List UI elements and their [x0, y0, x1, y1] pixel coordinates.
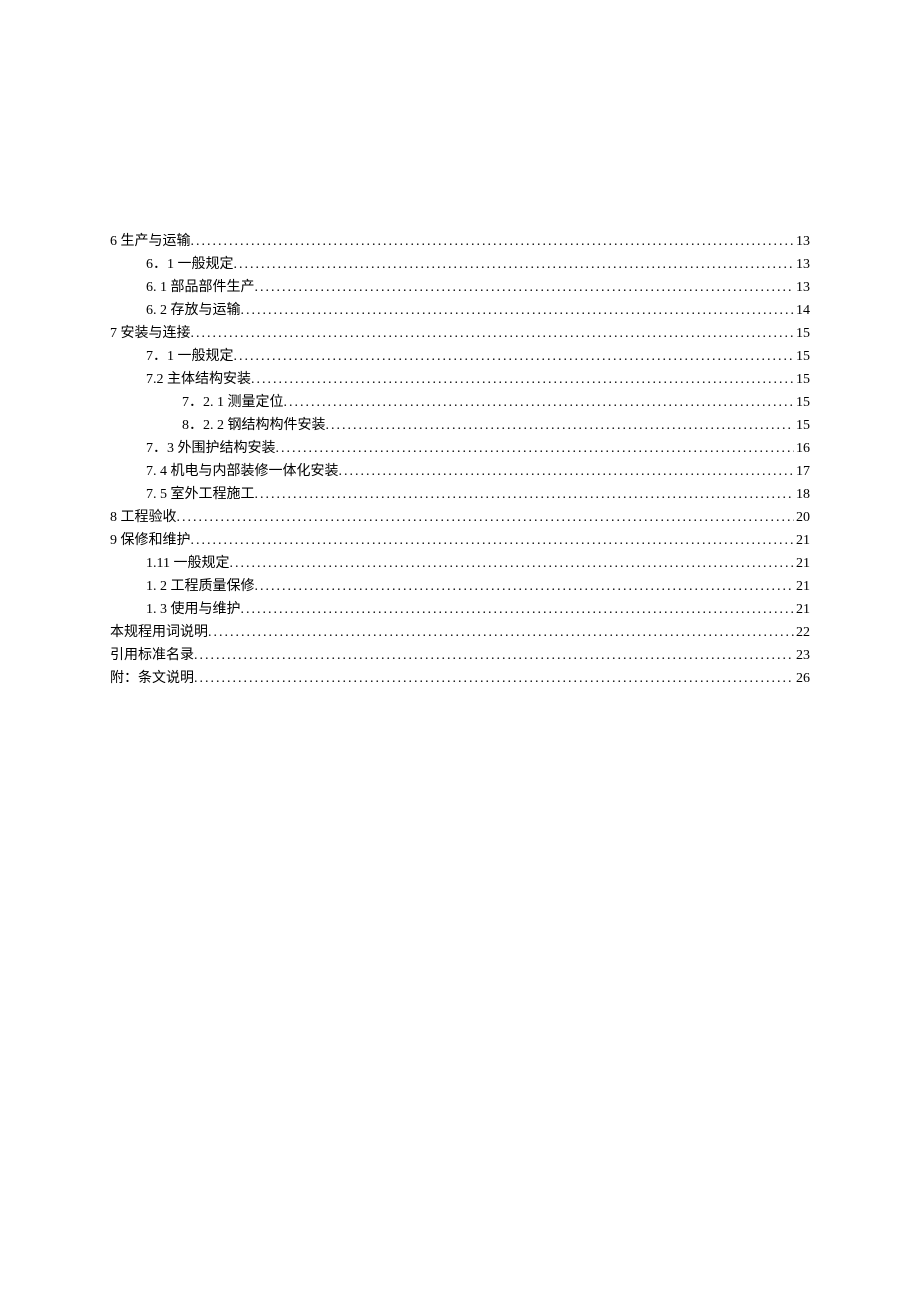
- toc-page-number: 22: [794, 621, 810, 644]
- toc-page-number: 13: [794, 230, 810, 253]
- toc-leader-dots: [191, 322, 795, 345]
- toc-label: 6. 2 存放与运输: [146, 299, 241, 322]
- toc-leader-dots: [255, 575, 795, 598]
- toc-page-number: 21: [794, 575, 810, 598]
- toc-page-number: 13: [794, 276, 810, 299]
- toc-leader-dots: [276, 437, 795, 460]
- toc-leader-dots: [284, 391, 795, 414]
- toc-entry: 6．1 一般规定 13: [110, 253, 810, 276]
- toc-entry: 7．3 外围护结构安装 16: [110, 437, 810, 460]
- toc-label: 8．2. 2 钢结构构件安装: [182, 414, 326, 437]
- toc-leader-dots: [241, 598, 795, 621]
- toc-label: 6. 1 部品部件生产: [146, 276, 255, 299]
- toc-page-number: 21: [794, 529, 810, 552]
- toc-label: 8 工程验收: [110, 506, 177, 529]
- toc-entry: 1. 2 工程质量保修 21: [110, 575, 810, 598]
- toc-leader-dots: [326, 414, 795, 437]
- toc-entry: 7 安装与连接 15: [110, 322, 810, 345]
- toc-page-number: 15: [794, 345, 810, 368]
- toc-page-number: 14: [794, 299, 810, 322]
- toc-leader-dots: [191, 529, 795, 552]
- toc-page-number: 15: [794, 391, 810, 414]
- toc-entry: 1. 3 使用与维护 21: [110, 598, 810, 621]
- toc-page-number: 16: [794, 437, 810, 460]
- toc-label: 引用标准名录: [110, 644, 194, 667]
- toc-entry: 8．2. 2 钢结构构件安装 15: [110, 414, 810, 437]
- toc-entry: 9 保修和维护 21: [110, 529, 810, 552]
- toc-entry: 6. 2 存放与运输 14: [110, 299, 810, 322]
- toc-leader-dots: [194, 667, 794, 690]
- toc-entry: 7．1 一般规定 15: [110, 345, 810, 368]
- toc-entry: 引用标准名录 23: [110, 644, 810, 667]
- toc-leader-dots: [194, 644, 794, 667]
- toc-page-number: 15: [794, 322, 810, 345]
- toc-entry: 7. 5 室外工程施工 18: [110, 483, 810, 506]
- toc-label: 9 保修和维护: [110, 529, 191, 552]
- toc-label: 6 生产与运输: [110, 230, 191, 253]
- toc-label: 7. 5 室外工程施工: [146, 483, 255, 506]
- toc-label: 6．1 一般规定: [146, 253, 234, 276]
- toc-leader-dots: [241, 299, 795, 322]
- toc-entry: 6 生产与运输 13: [110, 230, 810, 253]
- toc-leader-dots: [229, 552, 794, 575]
- toc-leader-dots: [255, 276, 795, 299]
- toc-label: 7．2. 1 测量定位: [182, 391, 284, 414]
- toc-label: 7.2 主体结构安装: [146, 368, 251, 391]
- toc-leader-dots: [234, 253, 795, 276]
- toc-page-number: 13: [794, 253, 810, 276]
- toc-page-number: 21: [794, 598, 810, 621]
- toc-label: 1. 2 工程质量保修: [146, 575, 255, 598]
- toc-leader-dots: [339, 460, 795, 483]
- toc-leader-dots: [208, 621, 794, 644]
- toc-label: 本规程用词说明: [110, 621, 208, 644]
- toc-label: 7 安装与连接: [110, 322, 191, 345]
- toc-entry: 附：条文说明 26: [110, 667, 810, 690]
- toc-label: 1. 3 使用与维护: [146, 598, 241, 621]
- toc-page-number: 17: [794, 460, 810, 483]
- toc-page-number: 23: [794, 644, 810, 667]
- toc-page-number: 15: [794, 368, 810, 391]
- toc-page-number: 26: [794, 667, 810, 690]
- toc-page-number: 15: [794, 414, 810, 437]
- toc-leader-dots: [255, 483, 795, 506]
- toc-entry: 本规程用词说明 22: [110, 621, 810, 644]
- toc-page-number: 21: [794, 552, 810, 575]
- toc-page-number: 20: [794, 506, 810, 529]
- toc-leader-dots: [177, 506, 795, 529]
- toc-entry: 8 工程验收 20: [110, 506, 810, 529]
- toc-entry: 6. 1 部品部件生产 13: [110, 276, 810, 299]
- toc-label: 1.11 一般规定: [146, 552, 229, 575]
- toc-leader-dots: [234, 345, 795, 368]
- toc-label: 附：条文说明: [110, 667, 194, 690]
- toc-entry: 7. 4 机电与内部装修一体化安装 17: [110, 460, 810, 483]
- toc-entry: 7．2. 1 测量定位 15: [110, 391, 810, 414]
- toc-entry: 1.11 一般规定 21: [110, 552, 810, 575]
- toc-label: 7．1 一般规定: [146, 345, 234, 368]
- toc-entry: 7.2 主体结构安装 15: [110, 368, 810, 391]
- toc-leader-dots: [251, 368, 794, 391]
- toc-label: 7．3 外围护结构安装: [146, 437, 276, 460]
- toc-page-number: 18: [794, 483, 810, 506]
- toc-label: 7. 4 机电与内部装修一体化安装: [146, 460, 339, 483]
- table-of-contents: 6 生产与运输 136．1 一般规定136. 1 部品部件生产136. 2 存放…: [110, 230, 810, 690]
- toc-leader-dots: [191, 230, 795, 253]
